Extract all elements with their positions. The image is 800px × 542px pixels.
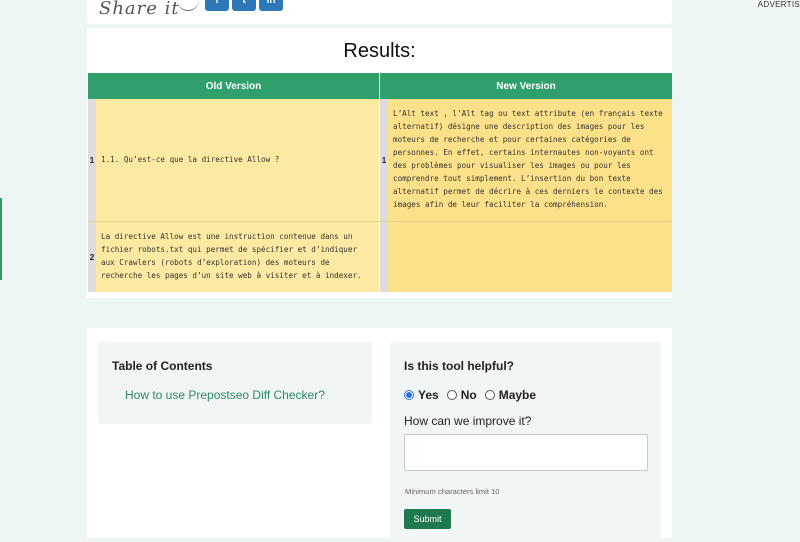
linkedin-share-button[interactable]: in bbox=[259, 0, 283, 11]
left-edge-accent bbox=[0, 198, 2, 280]
improve-label: How can we improve it? bbox=[404, 414, 532, 428]
radio-maybe[interactable] bbox=[484, 390, 495, 400]
feedback-box: Is this tool helpful? Yes No Maybe How c… bbox=[390, 342, 661, 542]
min-characters-hint: Minimum characters limit 10 bbox=[405, 487, 500, 496]
toc-title: Table of Contents bbox=[112, 359, 213, 373]
results-title: Results: bbox=[343, 40, 416, 62]
facebook-share-button[interactable]: f bbox=[205, 0, 229, 11]
radio-maybe-label[interactable]: Maybe bbox=[499, 388, 536, 402]
linkedin-icon: in bbox=[266, 0, 276, 6]
share-arrow-icon bbox=[177, 0, 199, 11]
toc-link[interactable]: How to use Prepostseo Diff Checker? bbox=[125, 388, 325, 402]
facebook-icon: f bbox=[215, 0, 219, 6]
new-line-number: 1 bbox=[380, 99, 388, 221]
old-line-number: 2 bbox=[88, 222, 96, 292]
bottom-card: Table of Contents How to use Prepostseo … bbox=[87, 328, 672, 542]
share-card: Share it f t in bbox=[87, 0, 672, 24]
new-cell-text: L’Alt text , l’Alt tag ou text attribute… bbox=[388, 99, 672, 221]
table-of-contents: Table of Contents How to use Prepostseo … bbox=[98, 342, 372, 424]
radio-yes-label[interactable]: Yes bbox=[418, 388, 439, 402]
old-version-header: Old Version bbox=[88, 73, 379, 99]
new-version-header: New Version bbox=[380, 73, 672, 99]
twitter-icon: t bbox=[242, 0, 246, 6]
advertisement-label: ADVERTIS bbox=[757, 0, 800, 9]
share-label: Share it bbox=[99, 0, 180, 19]
old-cell-text: La directive Allow est une instruction c… bbox=[96, 222, 379, 292]
old-line-number: 1 bbox=[88, 99, 96, 221]
new-cell-text bbox=[388, 222, 672, 292]
diff-table: Old Version New Version 1 1.1. Qu’est-ce… bbox=[88, 73, 672, 292]
feedback-title: Is this tool helpful? bbox=[404, 359, 514, 373]
feedback-options: Yes No Maybe bbox=[404, 388, 544, 402]
old-cell-text: 1.1. Qu’est-ce que la directive Allow ? bbox=[96, 99, 379, 221]
improve-textarea[interactable] bbox=[404, 434, 648, 471]
results-card: Results: Old Version New Version 1 1.1. … bbox=[87, 28, 672, 298]
new-line-number bbox=[380, 222, 388, 292]
radio-no[interactable] bbox=[446, 390, 457, 400]
submit-button[interactable]: Submit bbox=[404, 509, 451, 529]
radio-no-label[interactable]: No bbox=[461, 388, 477, 402]
twitter-share-button[interactable]: t bbox=[232, 0, 256, 11]
radio-yes[interactable] bbox=[404, 390, 414, 400]
